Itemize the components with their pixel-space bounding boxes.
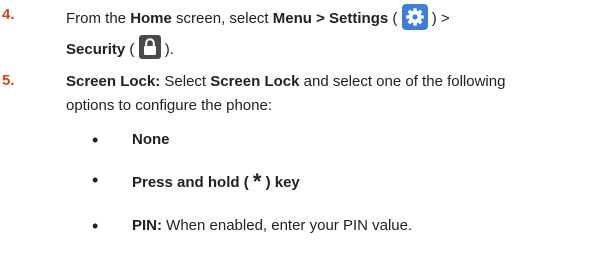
option-pin: PIN: When enabled, enter your PIN value.: [132, 216, 412, 236]
step-text: screen, select: [171, 9, 273, 27]
home-label: Home: [130, 9, 172, 27]
option-label: ) key: [261, 174, 300, 191]
step-text: (: [388, 9, 402, 27]
option-label: None: [132, 131, 170, 148]
bullet: •: [92, 216, 99, 236]
step-4-line-2: Security ( ).: [66, 35, 174, 62]
step-5-line-1: Screen Lock: Select Screen Lock and sele…: [66, 72, 505, 92]
menu-settings-label: Menu > Settings: [272, 9, 389, 27]
option-label: Press and hold (: [132, 174, 253, 191]
screen-lock-heading: Screen Lock:: [66, 73, 161, 90]
step-number: 4.: [2, 6, 15, 23]
step-text: (: [125, 40, 139, 58]
security-label: Security: [66, 40, 126, 58]
step-number: 5.: [2, 72, 15, 89]
option-press-hold: Press and hold ( * ) key: [132, 170, 300, 193]
lock-icon: [138, 35, 161, 59]
star-key-glyph: *: [252, 169, 262, 194]
bullet: •: [92, 170, 99, 190]
option-description: When enabled, enter your PIN value.: [162, 217, 413, 234]
option-label: PIN:: [132, 217, 162, 234]
screen-lock-label: Screen Lock: [210, 73, 300, 90]
bullet: •: [92, 130, 99, 150]
step-text: From the: [66, 9, 131, 27]
settings-gear-icon: [401, 4, 428, 30]
step-text: Select: [160, 73, 211, 90]
step-4-line-1: From the Home screen, select Menu > Sett…: [66, 4, 450, 32]
step-5-line-2: options to configure the phone:: [66, 96, 272, 116]
step-text: ).: [160, 40, 174, 58]
option-none: None: [132, 130, 170, 150]
step-text: ) >: [427, 9, 450, 27]
step-text: options to configure the phone:: [66, 97, 272, 114]
step-text: and select one of the following: [299, 73, 506, 90]
